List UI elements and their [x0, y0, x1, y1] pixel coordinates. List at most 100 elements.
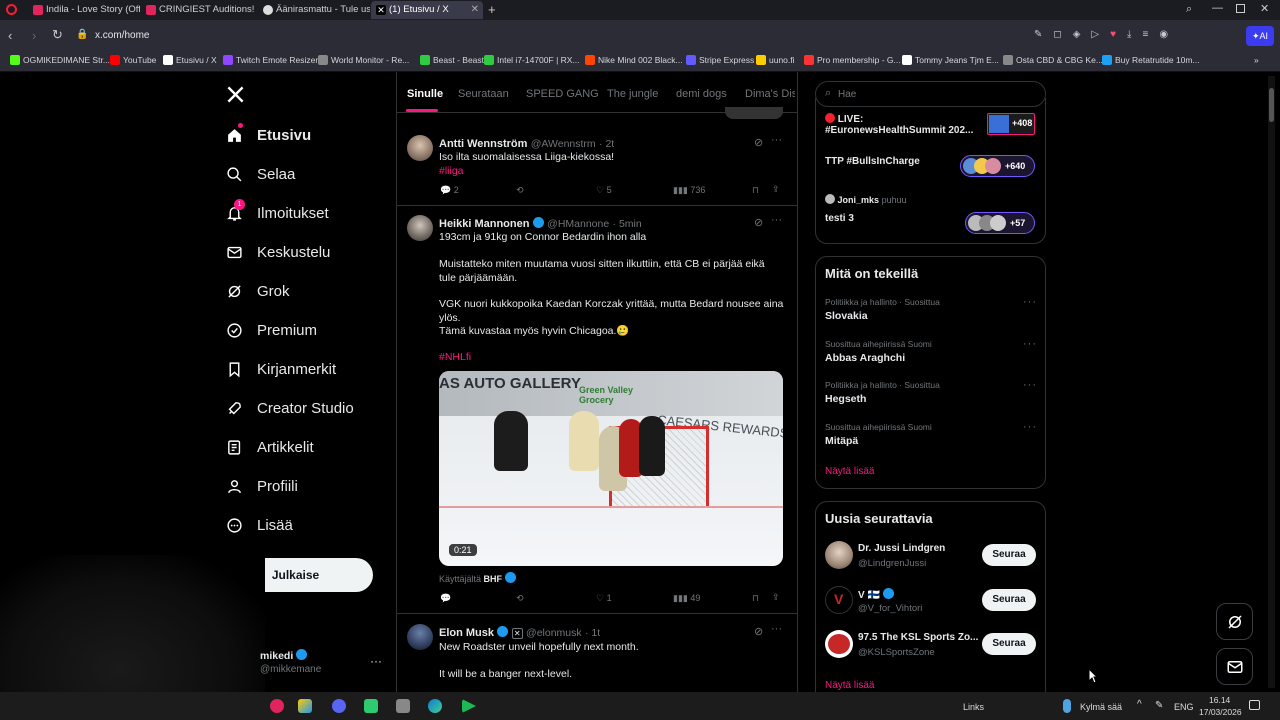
avatar[interactable] — [407, 215, 433, 241]
x-logo-icon[interactable] — [226, 85, 245, 104]
opera-logo-icon[interactable] — [6, 4, 17, 15]
space-listeners[interactable]: +640 — [960, 155, 1035, 177]
like-button[interactable]: ♡ 1 — [596, 593, 612, 604]
nav-item-premium[interactable]: Premium — [225, 316, 317, 344]
follow-name[interactable]: 97.5 The KSL Sports Zo... — [858, 632, 978, 643]
language-indicator[interactable]: ENG — [1174, 702, 1194, 712]
bookmark-icon[interactable]: ⊓ — [752, 593, 759, 604]
grok-icon[interactable]: ⊘ — [754, 136, 763, 149]
grok-icon[interactable]: ⊘ — [754, 216, 763, 229]
avatar[interactable]: V — [825, 586, 853, 614]
follow-button[interactable]: Seuraa — [982, 589, 1036, 611]
back-icon[interactable]: ‹ — [8, 28, 12, 43]
weather-label[interactable]: Kylmä sää — [1080, 702, 1122, 712]
bookmark-item[interactable]: Buy Retatrutide 10m... — [1102, 55, 1200, 65]
close-window-button[interactable]: ✕ — [1260, 2, 1269, 15]
repost-button[interactable]: ⟲ — [516, 593, 524, 604]
bookmark-item[interactable]: YouTube — [110, 55, 156, 65]
views-button[interactable]: ▮▮▮ 736 — [673, 185, 705, 196]
browser-tab[interactable]: Äänirasmattu - Tule uskoo — [258, 1, 370, 19]
new-tab-button[interactable]: + — [488, 2, 496, 17]
bookmark-item[interactable]: Beast - Beast — [420, 55, 484, 65]
notifications-icon[interactable] — [1249, 700, 1260, 710]
tweet-time[interactable]: · 1t — [585, 627, 600, 639]
edit-icon[interactable]: ✎ — [1034, 29, 1053, 40]
tweet-handle[interactable]: @elonmusk — [526, 627, 582, 639]
url-field[interactable]: x.com/home — [95, 30, 149, 41]
space-listeners[interactable]: +57 — [965, 212, 1035, 234]
tweet-time[interactable]: · 2t — [599, 138, 614, 150]
maximize-button[interactable] — [1236, 4, 1245, 13]
nav-item-creator-studio[interactable]: Creator Studio — [225, 394, 354, 422]
nav-item-grok[interactable]: Grok — [225, 277, 290, 305]
account-name[interactable]: mikedi — [260, 649, 308, 662]
pen-icon[interactable]: ✎ — [1155, 700, 1163, 711]
like-button[interactable]: ♡ 5 — [596, 185, 612, 196]
profile-icon[interactable]: ◉ — [1159, 29, 1179, 40]
show-more-link[interactable]: Näytä lisää — [825, 680, 874, 691]
nav-item-kirjanmerkit[interactable]: Kirjanmerkit — [225, 355, 336, 383]
browser-tab[interactable]: Indila - Love Story (Officia — [28, 1, 140, 19]
follow-button[interactable]: Seuraa — [982, 544, 1036, 566]
share-icon[interactable]: ⇪ — [772, 184, 780, 195]
clock-time[interactable]: 16.14 — [1209, 695, 1230, 705]
nav-item-ilmoitukset[interactable]: 1 Ilmoitukset — [225, 199, 329, 227]
nav-item-lisaa[interactable]: Lisää — [225, 511, 293, 539]
views-button[interactable]: ▮▮▮ 49 — [673, 593, 700, 604]
bookmark-item[interactable]: uuno.fi — [756, 55, 795, 65]
tweet-time[interactable]: · 5min — [613, 218, 642, 230]
grok-icon[interactable]: ⊘ — [754, 625, 763, 638]
messages-float-button[interactable] — [1216, 648, 1253, 685]
nav-item-keskustelu[interactable]: Keskustelu — [225, 238, 330, 266]
live-space[interactable]: LIVE: #EuronewsHealthSummit 202... — [825, 113, 985, 136]
play-icon[interactable]: ▷ — [1091, 29, 1110, 40]
follow-button[interactable]: Seuraa — [982, 633, 1036, 655]
account-more-icon[interactable]: ··· — [370, 654, 382, 668]
space-listeners[interactable]: +408 — [987, 113, 1035, 135]
tab-the-jungle[interactable]: The jungle — [607, 88, 658, 100]
trend-more-icon[interactable]: ··· — [1023, 296, 1037, 308]
share-icon[interactable]: ⇪ — [772, 592, 780, 603]
repost-button[interactable]: ⟲ — [516, 185, 524, 196]
bookmark-item[interactable]: Stripe Express — [686, 55, 754, 65]
scrollbar-thumb[interactable] — [1269, 88, 1274, 122]
bookmark-item[interactable]: OGMIKEDIMANE Str... — [10, 55, 110, 65]
avatar[interactable] — [407, 624, 433, 650]
grok-float-button[interactable] — [1216, 603, 1253, 640]
links-toolbar[interactable]: Links — [963, 702, 984, 712]
trend-name[interactable]: Slovakia — [825, 310, 868, 322]
browser-tab-active[interactable]: ✕ (1) Etusivu / X ✕ — [371, 1, 483, 19]
avatar[interactable] — [825, 630, 853, 658]
tweet-handle[interactable]: @AWennstrm — [531, 138, 596, 150]
nav-item-artikkelit[interactable]: Artikkelit — [225, 433, 314, 461]
bookmark-item[interactable]: Etusivu / X — [163, 55, 217, 65]
space-title[interactable]: TTP #BullsInCharge — [825, 156, 920, 167]
minimize-button[interactable]: — — [1212, 2, 1223, 14]
camera-icon[interactable]: ◻ — [1053, 29, 1072, 40]
bookmark-item[interactable]: World Monitor - Re... — [318, 55, 409, 65]
forward-icon[interactable]: › — [32, 28, 36, 43]
bookmark-item[interactable]: Nike Mind 002 Black... — [585, 55, 683, 65]
heart-icon[interactable]: ♥ — [1110, 29, 1127, 40]
tweet-author-name[interactable]: Elon Musk — [439, 627, 494, 639]
bookmark-item[interactable]: Intel i7-14700F | RX... — [484, 55, 580, 65]
bookmark-item[interactable]: Osta CBD & CBG Ke... — [1003, 55, 1103, 65]
tab-speed-gang[interactable]: SPEED GANG — [526, 88, 599, 100]
download-icon[interactable]: ⤓ — [1127, 29, 1142, 40]
bookmark-item[interactable]: Twitch Emote Resizer — [223, 55, 318, 65]
shield-icon[interactable]: ◈ — [1073, 29, 1092, 40]
avatar[interactable] — [825, 541, 853, 569]
trend-more-icon[interactable]: ··· — [1023, 338, 1037, 350]
trend-name[interactable]: Abbas Araghchi — [825, 352, 905, 364]
discord-taskbar-icon[interactable] — [332, 699, 346, 713]
reply-button[interactable]: 💬 2 — [440, 185, 459, 196]
new-posts-pill[interactable] — [725, 107, 783, 119]
follow-name[interactable]: V 🇫🇮 — [858, 588, 894, 601]
tab-sinulle[interactable]: Sinulle — [407, 88, 443, 100]
more-icon[interactable]: ··· — [771, 134, 782, 146]
nav-item-selaa[interactable]: Selaa — [225, 160, 295, 188]
app-taskbar-icon[interactable] — [298, 699, 312, 713]
clock-date[interactable]: 17/03/2026 — [1199, 707, 1242, 717]
bookmark-item[interactable]: Pro membership - G... — [804, 55, 901, 65]
nav-item-etusivu[interactable]: Etusivu — [225, 121, 311, 149]
